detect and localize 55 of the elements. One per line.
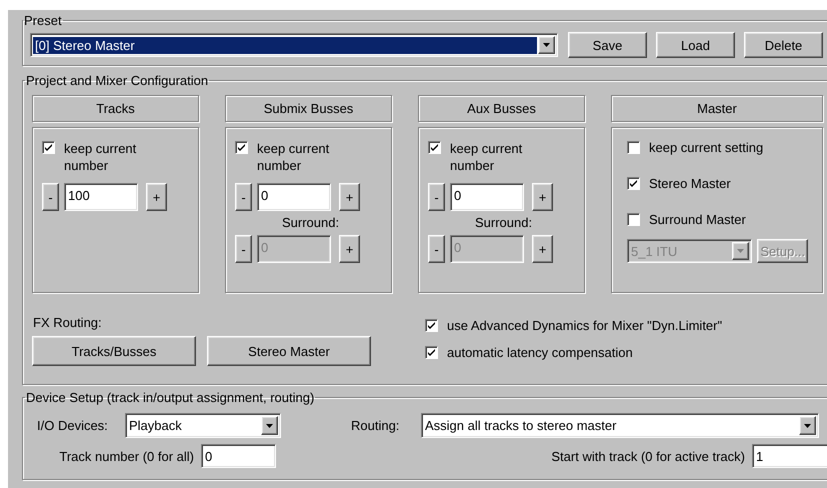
- column-header: Submix Busses: [225, 95, 392, 122]
- checkmark-icon: [237, 143, 246, 152]
- checkmark-icon: [44, 143, 53, 152]
- increment-button[interactable]: +: [339, 183, 360, 211]
- field-label: Track number (0 for all): [58, 448, 194, 464]
- checkbox-label: keep current number: [64, 140, 138, 174]
- checkmark-icon: [629, 179, 638, 188]
- checkbox-label: keep current number: [450, 140, 524, 174]
- column-header: Master: [611, 95, 823, 122]
- checkbox-label: Stereo Master: [649, 176, 731, 191]
- checkmark-icon: [430, 143, 439, 152]
- checkbox[interactable]: [627, 141, 640, 154]
- checkbox[interactable]: [42, 141, 55, 154]
- checkbox[interactable]: [627, 177, 640, 190]
- checkbox[interactable]: [428, 141, 441, 154]
- checkmark-icon: [427, 321, 436, 330]
- input-field[interactable]: 0: [201, 444, 276, 468]
- preset-dropdown[interactable]: [0] Stereo Master: [30, 33, 558, 57]
- routing-dropdown[interactable]: Assign all tracks to stereo master: [421, 413, 819, 438]
- input-field[interactable]: 1: [752, 444, 827, 468]
- fx-routing-button[interactable]: Tracks/Busses: [32, 336, 196, 366]
- decrement-button[interactable]: -: [42, 183, 59, 211]
- column-header: Tracks: [32, 95, 199, 122]
- column-header: Aux Busses: [418, 95, 585, 122]
- increment-button[interactable]: +: [532, 183, 553, 211]
- checkbox-label: use Advanced Dynamics for Mixer "Dyn.Limiter": [447, 318, 722, 333]
- number-field[interactable]: 100: [64, 183, 138, 211]
- preset-button[interactable]: Save: [568, 32, 647, 58]
- checkbox-label: keep current number: [257, 140, 330, 174]
- checkbox[interactable]: [425, 346, 438, 359]
- surround-label: Surround:: [282, 215, 340, 230]
- checkbox-label: keep current setting: [649, 140, 764, 155]
- checkbox-label: automatic latency compensation: [447, 345, 633, 360]
- checkbox[interactable]: [235, 141, 248, 154]
- field-label: Routing:: [351, 418, 400, 433]
- decrement-button[interactable]: -: [428, 183, 445, 211]
- io-devices-dropdown[interactable]: Playback: [125, 413, 281, 438]
- preset-button[interactable]: Load: [656, 32, 735, 58]
- field-label: Start with track (0 for active track): [551, 448, 745, 464]
- group-title: Device Setup (track in/output assignment, routing): [25, 390, 316, 405]
- checkbox-label: Surround Master: [649, 212, 746, 227]
- number-field[interactable]: 0: [450, 183, 524, 211]
- checkbox[interactable]: [425, 319, 438, 332]
- increment-button[interactable]: +: [146, 183, 167, 211]
- field-label: I/O Devices:: [37, 418, 109, 433]
- checkbox[interactable]: [627, 213, 640, 226]
- fx-routing-button[interactable]: Stereo Master: [207, 336, 371, 366]
- group-title: Project and Mixer Configuration: [25, 73, 210, 88]
- fx-routing-label: FX Routing:: [33, 315, 103, 330]
- surround-label: Surround:: [475, 215, 534, 230]
- decrement-button[interactable]: -: [235, 183, 252, 211]
- number-field[interactable]: 0: [257, 183, 331, 211]
- checkmark-icon: [427, 348, 436, 357]
- preset-button[interactable]: Delete: [744, 32, 823, 58]
- group-title: Preset: [23, 13, 63, 28]
